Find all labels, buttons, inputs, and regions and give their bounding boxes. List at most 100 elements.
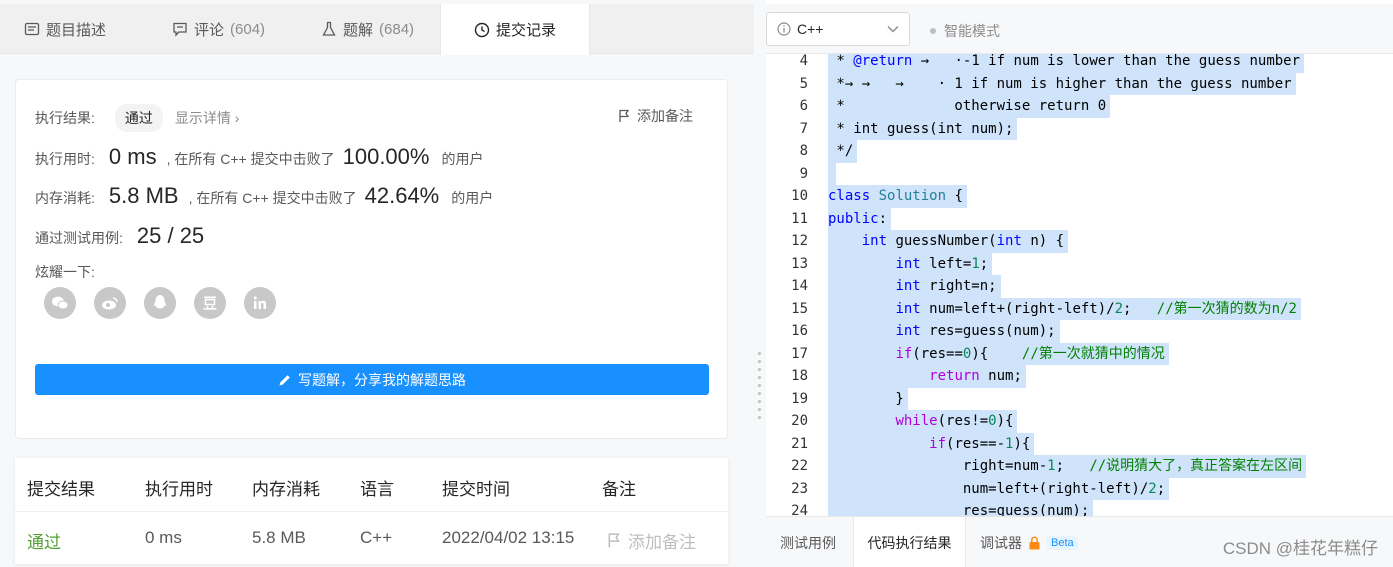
line-number: 6 [799,98,808,115]
flag-icon [619,109,630,122]
tests-value: 25 / 25 [136,223,205,248]
result-row: 执行结果: 通过 显示详情 › [35,104,239,132]
weibo-icon[interactable] [94,287,126,319]
runtime-percentile: 100.00% [342,144,430,169]
language-select[interactable]: C++ [766,12,910,46]
line-number: 12 [791,233,808,250]
smart-mode-label: 智能模式 [944,23,1000,39]
share-row: 炫耀一下: [35,262,95,282]
beta-badge: Beta [1047,535,1078,550]
row-time: 2022/04/02 13:15 [442,528,575,547]
line-number: 23 [791,480,808,497]
line-number: 15 [791,300,808,317]
tab-solutions-count: (684) [379,20,415,38]
drag-handle-icon [758,352,761,419]
memory-label: 内存消耗: [35,190,95,206]
tab-test-cases[interactable]: 测试用例 [780,517,836,567]
memory-mid: , 在所有 C++ 提交中击败了 [188,190,357,206]
memory-value: 5.8 MB [108,183,179,208]
tests-label: 通过测试用例: [35,230,123,246]
runtime-row: 执行用时: 0 ms , 在所有 C++ 提交中击败了 100.00% 的用户 [35,144,483,170]
line-number: 5 [799,75,808,92]
runtime-value: 0 ms [108,144,157,169]
add-note-label: 添加备注 [637,108,693,124]
tab-debugger[interactable]: 调试器 Beta [980,517,1078,567]
tab-description-label: 题目描述 [46,21,107,39]
row-status-link[interactable]: 通过 [27,528,61,553]
language-value: C++ [797,21,824,37]
row-language: C++ [360,528,393,547]
status-badge: 通过 [114,104,163,132]
share-label: 炫耀一下: [35,264,95,280]
linkedin-icon[interactable] [244,287,276,319]
submission-table: 提交结果 执行用时 内存消耗 语言 提交时间 备注 通过 0 ms 5.8 MB… [15,458,728,564]
share-icons [44,287,276,319]
pencil-icon [279,374,290,385]
header-time: 提交时间 [442,480,510,499]
tab-run-result[interactable]: 代码执行结果 [853,517,966,567]
memory-tail: 的用户 [451,190,494,206]
editor-toolbar: C++ 智能模式 [766,4,1393,54]
memory-row: 内存消耗: 5.8 MB , 在所有 C++ 提交中击败了 42.64% 的用户 [35,183,493,209]
tests-row: 通过测试用例: 25 / 25 [35,223,214,249]
memory-percentile: 42.64% [364,183,440,208]
tab-comments[interactable]: 评论 (604) [172,4,265,54]
row-runtime: 0 ms [145,528,182,547]
comment-icon [173,22,187,37]
line-number: 19 [791,390,808,407]
line-number: 11 [791,210,808,227]
runtime-mid: , 在所有 C++ 提交中击败了 [166,151,335,167]
line-number: 21 [791,435,808,452]
tab-debugger-label: 调试器 [980,534,1022,551]
header-language: 语言 [360,480,394,499]
tab-test-cases-label: 测试用例 [780,534,836,551]
table-divider [15,511,728,512]
tab-comments-count: (604) [230,20,266,38]
runtime-label: 执行用时: [35,151,95,167]
console-tabs: 测试用例 代码执行结果 调试器 Beta CSDN @桂花年糕仔 [766,516,1393,567]
show-details-link[interactable]: 显示详情 › [175,108,240,128]
tab-description[interactable]: 题目描述 [24,4,106,54]
info-icon [777,22,791,36]
tab-run-result-label: 代码执行结果 [867,534,952,551]
tab-submissions[interactable]: 提交记录 [440,4,590,55]
flask-icon [322,21,336,36]
runtime-tail: 的用户 [441,151,484,167]
tab-solutions-label: 题解 [343,21,374,39]
tab-solutions[interactable]: 题解 (684) [321,4,414,54]
qq-icon[interactable] [144,287,176,319]
right-pane: C++ 智能模式 4 * @return → ·-1 if num is low… [766,0,1393,567]
submission-result-card: 执行结果: 通过 显示详情 › 添加备注 执行用时: 0 ms , 在所有 C+… [15,79,728,439]
clock-icon [474,22,490,37]
wechat-icon[interactable] [44,287,76,319]
smart-mode-toggle[interactable]: 智能模式 [930,21,1000,41]
header-memory: 内存消耗 [252,480,320,499]
douban-icon[interactable] [194,287,226,319]
row-add-note-label: 添加备注 [628,533,696,552]
tab-submissions-label: 提交记录 [495,22,556,39]
chevron-down-icon [887,26,899,33]
line-number: 20 [791,413,808,430]
line-number: 17 [791,345,808,362]
write-solution-button[interactable]: 写题解，分享我的解题思路 [35,364,709,395]
description-icon [24,22,40,36]
line-number: 16 [791,323,808,340]
line-number: 7 [799,120,808,137]
line-number: 24 [791,503,808,516]
header-runtime: 执行用时 [145,480,213,499]
row-memory: 5.8 MB [252,528,306,547]
row-add-note-button[interactable]: 添加备注 [607,528,696,553]
write-solution-label: 写题解，分享我的解题思路 [298,371,466,388]
tab-comments-label: 评论 [194,21,225,39]
code-editor[interactable]: 4 * @return → ·-1 if num is lower than t… [766,54,1393,516]
pane-splitter[interactable] [754,0,766,567]
lock-icon [1029,536,1040,549]
line-number: 9 [799,165,808,182]
line-number: 4 [799,54,808,70]
add-note-button[interactable]: 添加备注 [618,106,693,126]
left-pane: 题目描述 评论 (604) 题解 (684) 提交记录 执行结果: 通过 显示详… [0,0,754,567]
line-number: 14 [791,278,808,295]
line-number: 8 [799,143,808,160]
status-dot-icon [930,28,936,34]
flag-icon [608,533,620,548]
